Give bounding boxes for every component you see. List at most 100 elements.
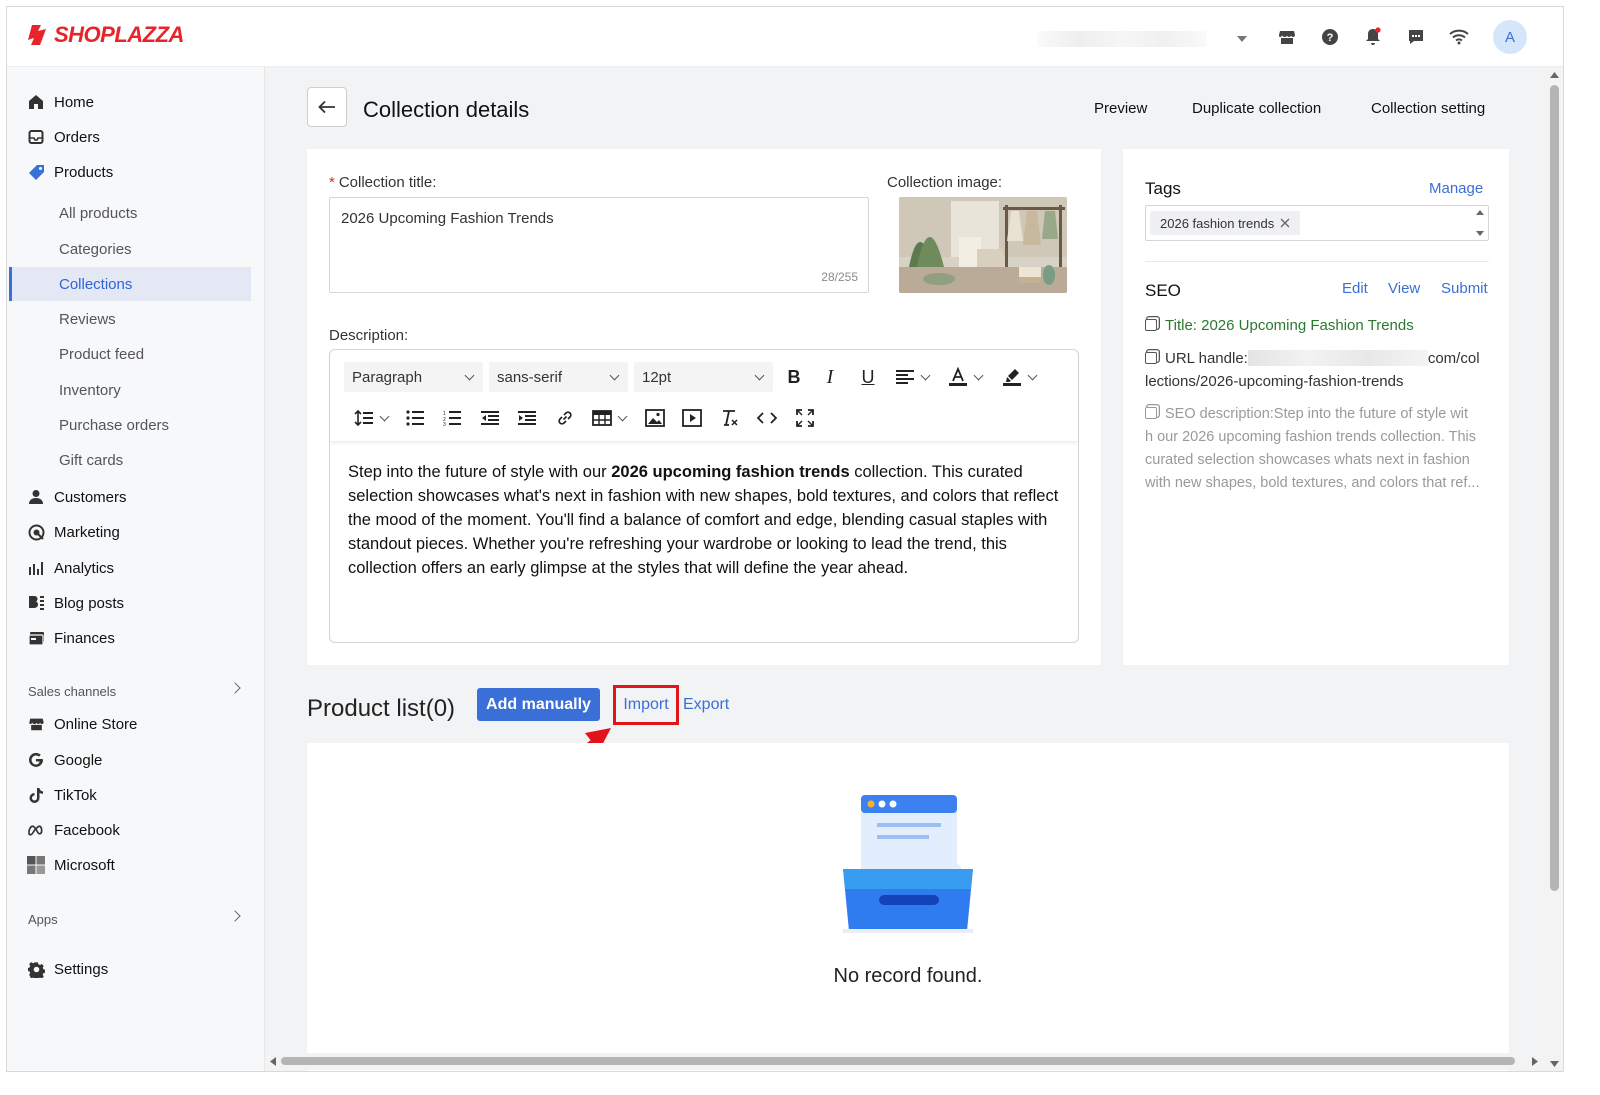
import-button[interactable]: Import xyxy=(613,685,679,725)
fullscreen-button[interactable] xyxy=(791,404,819,432)
add-manually-button[interactable]: Add manually xyxy=(477,688,600,721)
wifi-icon[interactable] xyxy=(1449,27,1469,47)
clear-format-button[interactable] xyxy=(716,404,744,432)
chevron-right-icon[interactable] xyxy=(229,910,241,922)
collection-form-card: * Collection title: 2026 Upcoming Fashion… xyxy=(307,149,1101,665)
bold-button[interactable]: B xyxy=(780,363,808,391)
page-title: Collection details xyxy=(363,97,530,122)
sidebar-item-marketing[interactable]: Marketing xyxy=(7,515,265,549)
horizontal-scrollbar[interactable] xyxy=(265,1053,1546,1070)
bell-icon[interactable] xyxy=(1363,27,1383,47)
sidebar-item-product-feed[interactable]: Product feed xyxy=(7,337,265,371)
sidebar-item-purchase-orders[interactable]: Purchase orders xyxy=(7,408,265,442)
sidebar-item-gift-cards[interactable]: Gift cards xyxy=(7,443,265,477)
outdent-button[interactable] xyxy=(476,404,504,432)
collection-title-input[interactable]: 2026 Upcoming Fashion Trends 28/255 xyxy=(329,197,869,293)
sidebar-item-categories[interactable]: Categories xyxy=(7,232,265,266)
tags-input[interactable]: 2026 fashion trends xyxy=(1145,205,1489,241)
seo-url-tail: com/col xyxy=(1427,350,1480,367)
back-button[interactable] xyxy=(307,87,347,127)
scroll-right-icon[interactable] xyxy=(1531,1057,1539,1066)
sidebar-item-products[interactable]: Products xyxy=(7,155,265,189)
vertical-scrollbar[interactable] xyxy=(1546,67,1563,1071)
sidebar-item-collections[interactable]: Collections xyxy=(9,267,251,301)
font-size-select[interactable]: 12pt xyxy=(634,362,773,392)
scroll-arrows-icon[interactable] xyxy=(1476,209,1484,237)
scroll-down-icon[interactable] xyxy=(1550,1060,1559,1068)
sidebar-item-customers[interactable]: Customers xyxy=(7,480,265,514)
store-icon[interactable] xyxy=(1277,27,1297,47)
preview-link[interactable]: Preview xyxy=(1094,100,1147,117)
sidebar-item-reviews[interactable]: Reviews xyxy=(7,302,265,336)
table-button[interactable] xyxy=(588,404,616,432)
image-icon xyxy=(645,409,665,427)
video-button[interactable] xyxy=(678,404,706,432)
horizontal-scroll-thumb[interactable] xyxy=(281,1057,1515,1065)
apps-label: Apps xyxy=(28,912,58,927)
seo-edit-link[interactable]: Edit xyxy=(1342,280,1368,297)
scroll-left-icon[interactable] xyxy=(269,1057,277,1066)
source-code-button[interactable] xyxy=(753,404,781,432)
copy-icon[interactable] xyxy=(1145,319,1157,331)
app-window: SHOPLAZZA ? A Home Orders Products All p… xyxy=(6,6,1564,1072)
sidebar-item-analytics[interactable]: Analytics xyxy=(7,551,265,585)
chevron-down-icon xyxy=(754,370,765,381)
sidebar-item-facebook[interactable]: Facebook xyxy=(7,813,265,847)
copy-icon[interactable] xyxy=(1145,407,1157,419)
font-family-select[interactable]: sans-serif xyxy=(489,362,628,392)
indent-button[interactable] xyxy=(513,404,541,432)
collection-image[interactable] xyxy=(899,197,1067,293)
line-height-button[interactable] xyxy=(350,404,378,432)
collection-title-label-text: Collection title: xyxy=(338,174,437,191)
chat-icon[interactable] xyxy=(1406,27,1426,47)
numbered-list-button[interactable]: 123 xyxy=(438,404,466,432)
vertical-scroll-thumb[interactable] xyxy=(1550,85,1559,891)
description-editor[interactable]: Paragraph sans-serif 12pt B I U 1 2 3 St… xyxy=(329,349,1079,643)
close-icon[interactable] xyxy=(1280,218,1290,228)
clear-format-icon xyxy=(723,410,738,426)
export-button[interactable]: Export xyxy=(683,696,729,714)
sidebar-item-all-products[interactable]: All products xyxy=(7,196,265,230)
tags-title: Tags xyxy=(1145,179,1181,198)
duplicate-collection-link[interactable]: Duplicate collection xyxy=(1192,100,1321,117)
avatar[interactable]: A xyxy=(1493,20,1527,54)
store-selector[interactable] xyxy=(1017,27,1247,51)
sidebar-item-settings[interactable]: Settings xyxy=(7,952,265,986)
chevron-right-icon[interactable] xyxy=(229,682,241,694)
link-button[interactable] xyxy=(551,404,579,432)
sidebar-item-finances[interactable]: Finances xyxy=(7,621,265,655)
italic-button[interactable]: I xyxy=(816,363,844,391)
highlight-color-button[interactable] xyxy=(998,363,1026,391)
sidebar-item-home[interactable]: Home xyxy=(7,85,265,119)
shoplazza-logo[interactable]: SHOPLAZZA xyxy=(27,22,184,48)
inbox-icon xyxy=(27,128,45,146)
sidebar-item-microsoft[interactable]: Microsoft xyxy=(7,848,265,882)
align-button[interactable] xyxy=(891,363,919,391)
sidebar-item-google[interactable]: Google xyxy=(7,743,265,777)
paragraph-select[interactable]: Paragraph xyxy=(344,362,483,392)
sidebar-item-inventory[interactable]: Inventory xyxy=(7,373,265,407)
sidebar-item-orders[interactable]: Orders xyxy=(7,120,265,154)
tags-seo-card: Tags Manage 2026 fashion trends SEO Edit… xyxy=(1123,149,1509,665)
sidebar-item-online-store[interactable]: Online Store xyxy=(7,707,265,741)
collection-setting-link[interactable]: Collection setting xyxy=(1371,100,1485,117)
seo-submit-link[interactable]: Submit xyxy=(1441,280,1488,297)
tiktok-icon xyxy=(27,786,45,804)
seo-view-link[interactable]: View xyxy=(1388,280,1420,297)
table-icon xyxy=(592,410,612,426)
underline-button[interactable]: U xyxy=(854,363,882,391)
copy-icon[interactable] xyxy=(1145,352,1157,364)
divider xyxy=(1145,261,1489,262)
help-icon[interactable]: ? xyxy=(1320,27,1340,47)
sidebar-item-tiktok[interactable]: TikTok xyxy=(7,778,265,812)
description-label: Description: xyxy=(329,327,409,344)
seo-url-label: URL handle: xyxy=(1165,350,1248,367)
image-button[interactable] xyxy=(641,404,669,432)
manage-tags-link[interactable]: Manage xyxy=(1429,180,1483,197)
bullet-list-button[interactable] xyxy=(401,404,429,432)
seo-title: SEO xyxy=(1145,281,1181,300)
sidebar-item-blog-posts[interactable]: Blog posts xyxy=(7,586,265,620)
scroll-up-icon[interactable] xyxy=(1550,71,1559,79)
text-color-button[interactable] xyxy=(944,363,972,391)
description-text[interactable]: Step into the future of style with our 2… xyxy=(348,460,1063,580)
